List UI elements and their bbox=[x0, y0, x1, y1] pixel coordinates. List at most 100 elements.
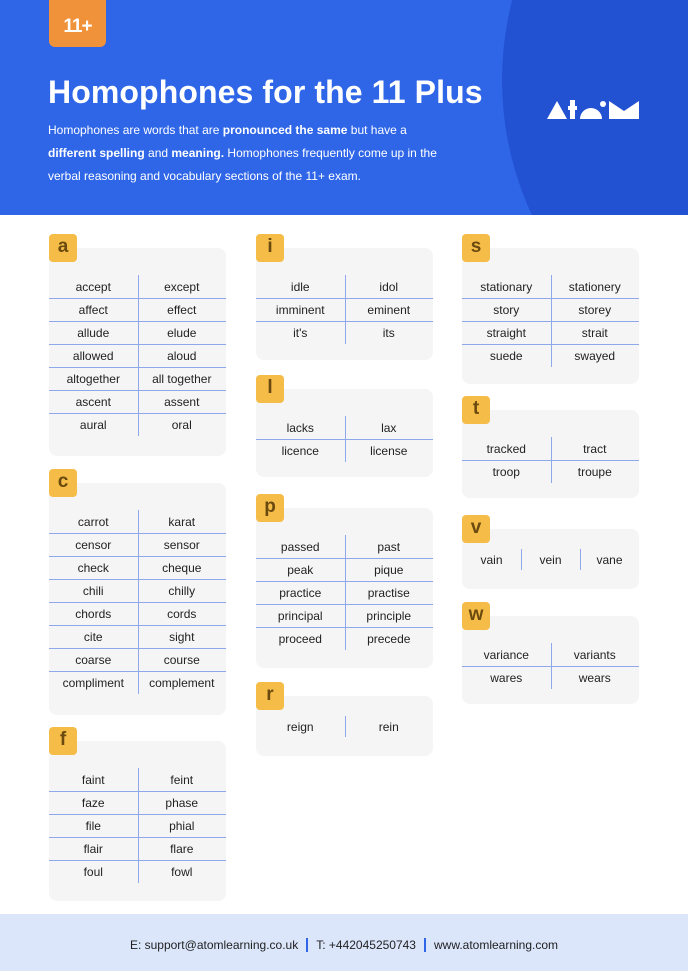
homophone-word: licence bbox=[281, 444, 319, 458]
homophone-word: allowed bbox=[72, 349, 114, 363]
homophone-word: idle bbox=[290, 279, 310, 294]
column-divider bbox=[344, 535, 346, 650]
homophone-word: stationery bbox=[568, 279, 621, 294]
homophone-table: accept except affect effect allude elude allow… bbox=[49, 275, 226, 436]
homophone-word: principle bbox=[366, 609, 412, 623]
homophone-word: karat bbox=[168, 514, 196, 529]
column-divider bbox=[137, 510, 139, 694]
section-i: i idle idol imminent eminent it's its bbox=[256, 234, 433, 360]
homophone-word: tracked bbox=[486, 441, 526, 456]
section-t: t tracked tract troop troupe bbox=[462, 396, 639, 498]
section-letter-badge: a bbox=[49, 234, 77, 262]
homophone-word: cords bbox=[167, 607, 197, 621]
atom-logo-icon bbox=[547, 100, 639, 119]
homophone-word: its bbox=[382, 326, 395, 340]
homophone-word: course bbox=[163, 653, 200, 667]
homophone-word: vane bbox=[596, 552, 623, 567]
homophone-table: stationary stationery story storey straight s… bbox=[462, 275, 639, 367]
column-divider bbox=[344, 275, 346, 344]
section-c: c carrot karat censor sensor check cheque chili… bbox=[49, 469, 226, 715]
section-letter-badge: i bbox=[256, 234, 284, 262]
intro-segment: Homophones are words that are bbox=[48, 123, 223, 137]
homophone-word: story bbox=[493, 303, 520, 317]
homophone-word: past bbox=[377, 539, 401, 554]
homophone-word: principal bbox=[277, 609, 323, 623]
homophone-word: sensor bbox=[163, 538, 200, 552]
section-letter-badge: c bbox=[49, 469, 77, 497]
homophone-word: eminent bbox=[367, 303, 411, 317]
page-title: Homophones for the 11 Plus bbox=[48, 74, 483, 110]
footer-separator bbox=[423, 937, 426, 952]
homophone-word: vein bbox=[539, 552, 562, 567]
homophone-word: stationary bbox=[480, 279, 533, 294]
column-divider bbox=[137, 275, 139, 436]
footer-website[interactable]: www.atomlearning.com bbox=[434, 938, 558, 952]
intro-segment: and bbox=[144, 146, 172, 160]
homophone-word: vain bbox=[480, 552, 503, 567]
homophone-word: variants bbox=[573, 647, 616, 662]
homophone-word: feint bbox=[170, 772, 194, 787]
section-letter-badge: w bbox=[462, 602, 490, 630]
homophone-table: reign rein bbox=[256, 715, 433, 738]
homophone-word: all together bbox=[152, 372, 212, 386]
homophone-table: lacks lax licence license bbox=[256, 416, 433, 462]
homophone-word: proceed bbox=[278, 632, 322, 646]
homophone-table: passed past peak pique practice practise princ… bbox=[256, 535, 433, 650]
homophone-word: idol bbox=[379, 279, 399, 294]
section-r: r reign rein bbox=[256, 682, 433, 756]
homophone-word: aloud bbox=[167, 349, 197, 363]
section-letter-badge: s bbox=[462, 234, 490, 262]
intro-segment: but have a bbox=[347, 123, 407, 137]
intro-bold: different spelling bbox=[48, 146, 145, 160]
homophone-word: chords bbox=[75, 607, 112, 621]
section-w: w variance variants wares wears bbox=[462, 602, 639, 704]
homophone-word: troop bbox=[492, 465, 520, 479]
homophone-word: fowl bbox=[171, 865, 193, 879]
section-letter-badge: f bbox=[49, 727, 77, 755]
homophone-word: phase bbox=[165, 796, 199, 810]
homophone-word: chilly bbox=[168, 584, 196, 598]
homophone-table: tracked tract troop troupe bbox=[462, 437, 639, 483]
homophone-table: vain vein vane bbox=[462, 548, 639, 571]
homophone-word: storey bbox=[578, 303, 612, 317]
homophone-word: rein bbox=[378, 719, 399, 734]
column-divider bbox=[137, 768, 139, 883]
homophone-word: faint bbox=[81, 772, 105, 787]
homophone-word: passed bbox=[280, 539, 320, 554]
homophone-table: idle idol imminent eminent it's its bbox=[256, 275, 433, 344]
homophone-word: tract bbox=[583, 441, 607, 456]
footer-phone[interactable]: T: +442045250743 bbox=[316, 938, 416, 952]
homophone-word: ascent bbox=[75, 395, 111, 409]
homophone-word: elude bbox=[167, 326, 197, 340]
homophone-word: except bbox=[164, 279, 200, 294]
homophone-word: chili bbox=[82, 584, 104, 598]
section-l: l lacks lax licence license bbox=[256, 375, 433, 477]
homophone-word: pique bbox=[374, 563, 404, 577]
homophone-word: accept bbox=[75, 279, 111, 294]
homophone-table: carrot karat censor sensor check cheque chili c… bbox=[49, 510, 226, 694]
homophone-word: altogether bbox=[66, 372, 120, 386]
homophone-word: compliment bbox=[62, 676, 124, 690]
homophone-word: oral bbox=[171, 418, 192, 432]
homophone-word: flare bbox=[170, 842, 194, 856]
homophone-table: faint feint faze phase file phial flair flare fo… bbox=[49, 768, 226, 883]
homophone-word: wares bbox=[490, 671, 523, 685]
footer-email[interactable]: E: support@atomlearning.co.uk bbox=[130, 938, 298, 952]
homophone-word: flair bbox=[83, 842, 103, 856]
homophone-word: suede bbox=[489, 349, 523, 363]
homophone-word: complement bbox=[149, 676, 215, 690]
footer-separator bbox=[306, 937, 309, 952]
section-a: a accept except affect effect allude elude allo… bbox=[49, 234, 226, 456]
homophone-word: faze bbox=[81, 796, 105, 810]
homophone-word: carrot bbox=[77, 514, 109, 529]
intro-bold: pronounced the same bbox=[222, 123, 348, 137]
homophone-word: foul bbox=[83, 865, 103, 879]
homophone-word: cheque bbox=[162, 561, 202, 575]
column-divider bbox=[344, 716, 346, 737]
eleven-plus-badge: 11+ bbox=[49, 0, 106, 47]
section-v: v vain vein vane bbox=[462, 515, 639, 589]
homophone-word: effect bbox=[167, 303, 197, 317]
header-banner: 11+ Homophones for the 11 Plus Homophone… bbox=[0, 0, 688, 215]
homophone-word: troupe bbox=[577, 465, 612, 479]
homophone-word: wears bbox=[578, 671, 611, 685]
